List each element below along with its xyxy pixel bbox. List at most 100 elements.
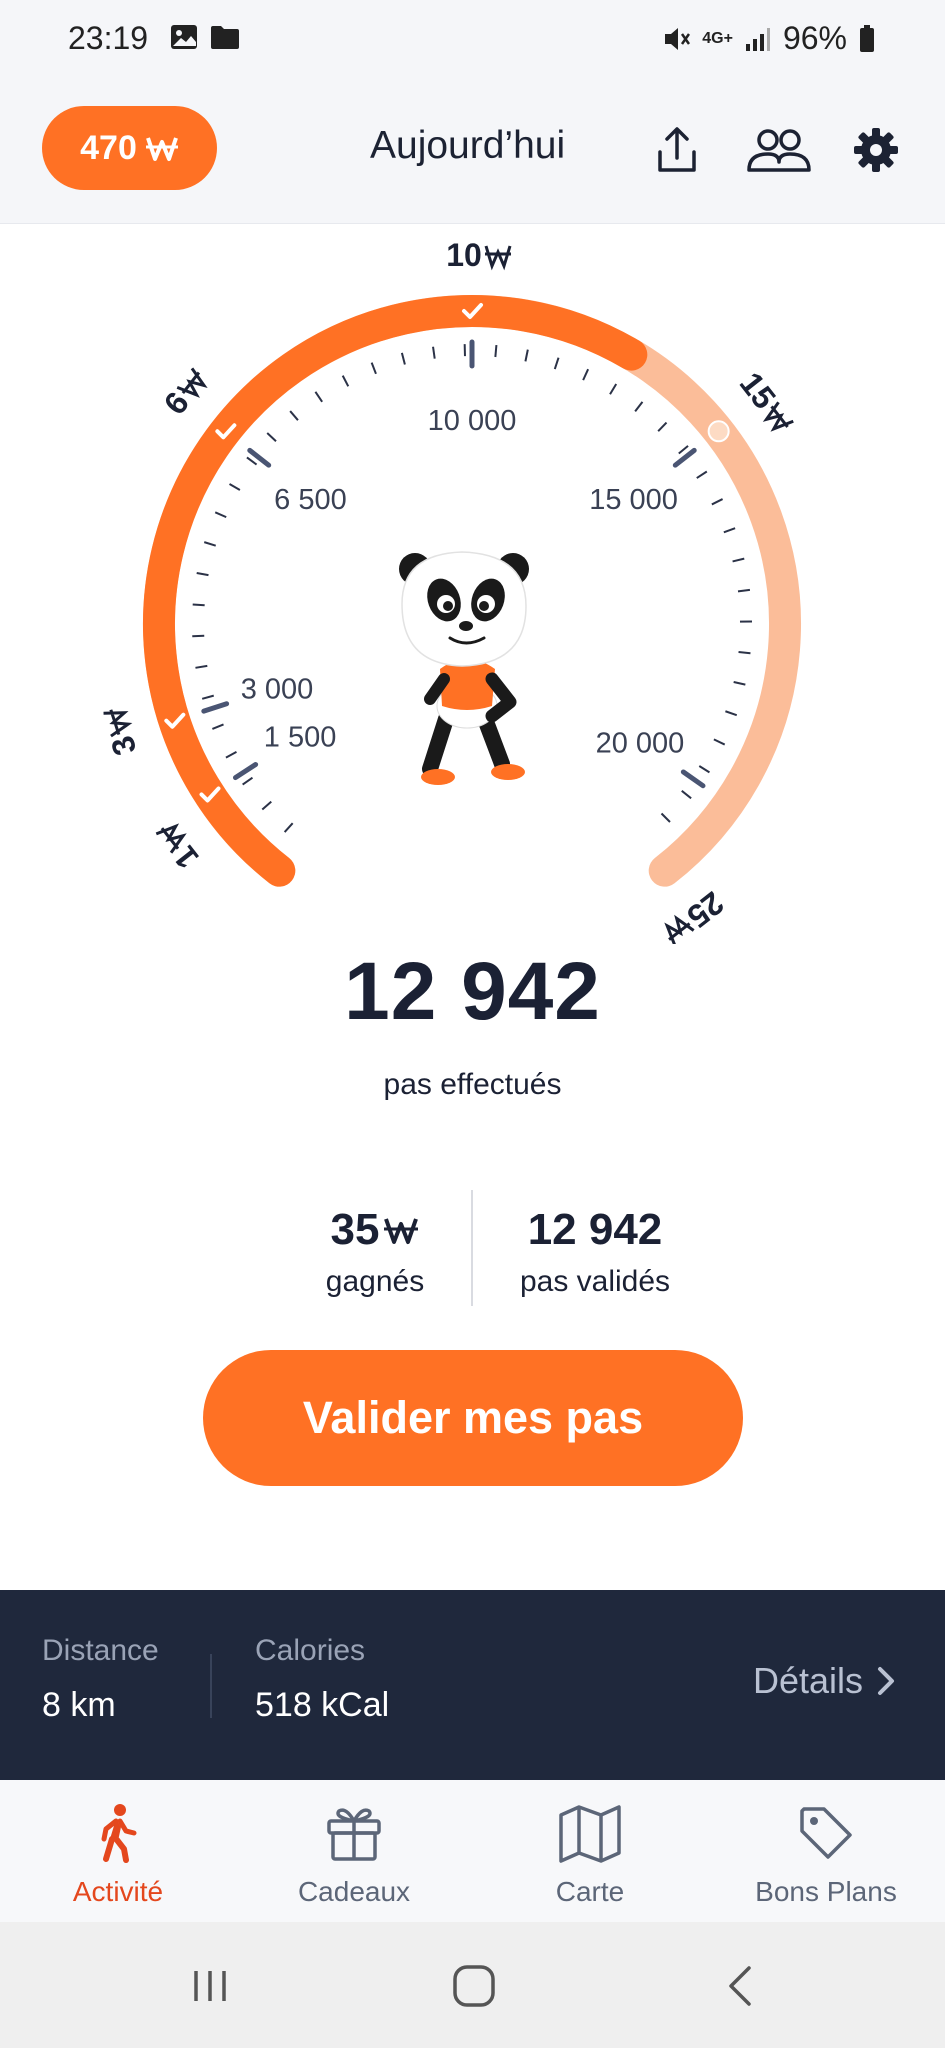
gauge-minor-tick	[283, 822, 294, 833]
gauge-major-tick	[201, 701, 230, 714]
gauge-minor-tick	[314, 391, 323, 403]
friends-icon	[747, 129, 811, 172]
status-time: 23:19	[68, 20, 149, 56]
gauge-minor-tick	[196, 571, 209, 577]
gauge-minor-tick	[696, 470, 708, 479]
gauge-minor-tick	[681, 790, 692, 800]
reward-label: 6	[157, 367, 208, 421]
gift-icon	[327, 1808, 381, 1861]
gauge-step-label: 15 000	[589, 484, 678, 516]
gauge-minor-tick	[725, 710, 738, 717]
gear-icon	[854, 128, 898, 172]
reward-label: 10	[446, 237, 512, 273]
mute-icon	[665, 27, 691, 50]
gauge-minor-tick	[192, 603, 205, 607]
walking-icon	[101, 1804, 137, 1863]
calories-value: 518 kCal	[255, 1686, 390, 1724]
gauge-major-tick	[672, 447, 697, 468]
reward-value: 6	[157, 385, 196, 421]
coin-currency-icon	[762, 401, 794, 432]
validated-value: 12 942	[527, 1205, 663, 1254]
gauge-minor-tick	[660, 812, 671, 823]
gauge-minor-tick	[246, 456, 258, 466]
gauge-svg: 1 500 3 000 6 500 10 000 15 000 20 000 1 3 6 10 1…	[103, 237, 801, 946]
recent-apps-button[interactable]	[180, 1958, 240, 2014]
reward-value: 3	[104, 732, 144, 760]
coin-currency-icon	[145, 137, 178, 161]
back-button[interactable]	[710, 1958, 770, 2014]
gauge-minor-tick	[203, 541, 217, 547]
nav-item-cadeaux[interactable]: Cadeaux	[236, 1800, 472, 1908]
gauge-minor-tick	[678, 445, 689, 455]
reward-value: 10	[446, 237, 482, 273]
coin-currency-icon	[384, 1218, 419, 1244]
share-button[interactable]	[649, 122, 705, 178]
home-icon	[453, 1965, 495, 2007]
gauge-minor-tick	[370, 362, 377, 375]
nav-item-carte[interactable]: Carte	[472, 1800, 708, 1908]
chevron-right-icon	[878, 1667, 894, 1695]
nav-item-activite[interactable]: Activité	[0, 1800, 236, 1908]
gauge-minor-tick	[524, 349, 529, 362]
gauge-step-label: 20 000	[596, 728, 685, 760]
gallery-icon	[171, 25, 197, 49]
coin-currency-icon	[155, 823, 187, 854]
gauge-minor-tick	[266, 432, 277, 442]
recent-apps-icon	[194, 1971, 226, 2001]
distance-value: 8 km	[42, 1686, 116, 1724]
nav-label: Bons Plans	[755, 1876, 897, 1907]
gauge-minor-tick	[609, 383, 618, 395]
nav-item-bons-plans[interactable]: Bons Plans	[708, 1800, 944, 1908]
gauge-minor-tick	[738, 651, 751, 655]
gauge-minor-tick	[192, 634, 205, 638]
gauge-major-tick	[680, 769, 706, 789]
gauge-minor-tick	[289, 410, 299, 421]
page-title: Aujourd’hui	[370, 124, 566, 167]
battery-icon	[860, 24, 874, 52]
steps-count: 12 942	[344, 946, 601, 1037]
reward-label: 15	[733, 365, 794, 432]
gauge-minor-tick	[657, 421, 668, 432]
gauge-progress	[143, 295, 648, 887]
reward-label: 25	[664, 885, 731, 946]
validated-label: pas validés	[519, 1265, 671, 1298]
wallet-balance-button[interactable]: 470	[42, 106, 217, 190]
reward-value: 1	[166, 839, 205, 875]
settings-button[interactable]	[848, 122, 904, 178]
system-navigation-bar	[0, 1922, 945, 2048]
nav-label: Carte	[555, 1876, 625, 1907]
gauge-minor-tick	[723, 527, 736, 534]
gauge-minor-tick	[195, 664, 208, 669]
gauge-minor-tick	[698, 765, 710, 774]
earned-label: gagnés	[325, 1265, 425, 1298]
nav-label: Cadeaux	[297, 1876, 411, 1907]
details-label: Détails	[752, 1660, 863, 1701]
map-icon	[559, 1805, 621, 1863]
signal-icon	[745, 27, 770, 51]
info-divider	[210, 1654, 212, 1718]
reward-label: 1	[155, 823, 206, 876]
panda-mascot	[399, 551, 529, 785]
gauge-minor-tick	[242, 776, 254, 786]
gauge-step-label: 1 500	[264, 722, 337, 754]
bottom-navigation: Activité Cadeaux Carte Bons Plans	[0, 1780, 945, 1922]
gauge-minor-tick	[713, 738, 726, 746]
home-button[interactable]	[444, 1958, 504, 2014]
share-icon	[658, 127, 696, 172]
summary-divider	[471, 1190, 473, 1306]
reward-label: 3	[103, 709, 144, 760]
friends-button[interactable]	[744, 122, 814, 178]
gauge-step-label: 10 000	[428, 405, 517, 437]
coin-currency-icon	[103, 709, 133, 738]
gauge-minor-tick	[214, 511, 227, 519]
earned-stat: 35 gagnés	[300, 1205, 450, 1299]
back-icon	[729, 1966, 751, 2006]
status-bar: 23:19 4G+ 96%	[0, 0, 945, 78]
reward-marker	[707, 420, 730, 443]
coin-currency-icon	[484, 245, 512, 271]
folder-icon	[211, 26, 239, 49]
nav-label: Activité	[72, 1876, 164, 1907]
details-link[interactable]: Détails	[753, 1660, 895, 1702]
validate-steps-button[interactable]: Valider mes pas	[203, 1350, 743, 1486]
calories-label: Calories	[255, 1634, 366, 1667]
